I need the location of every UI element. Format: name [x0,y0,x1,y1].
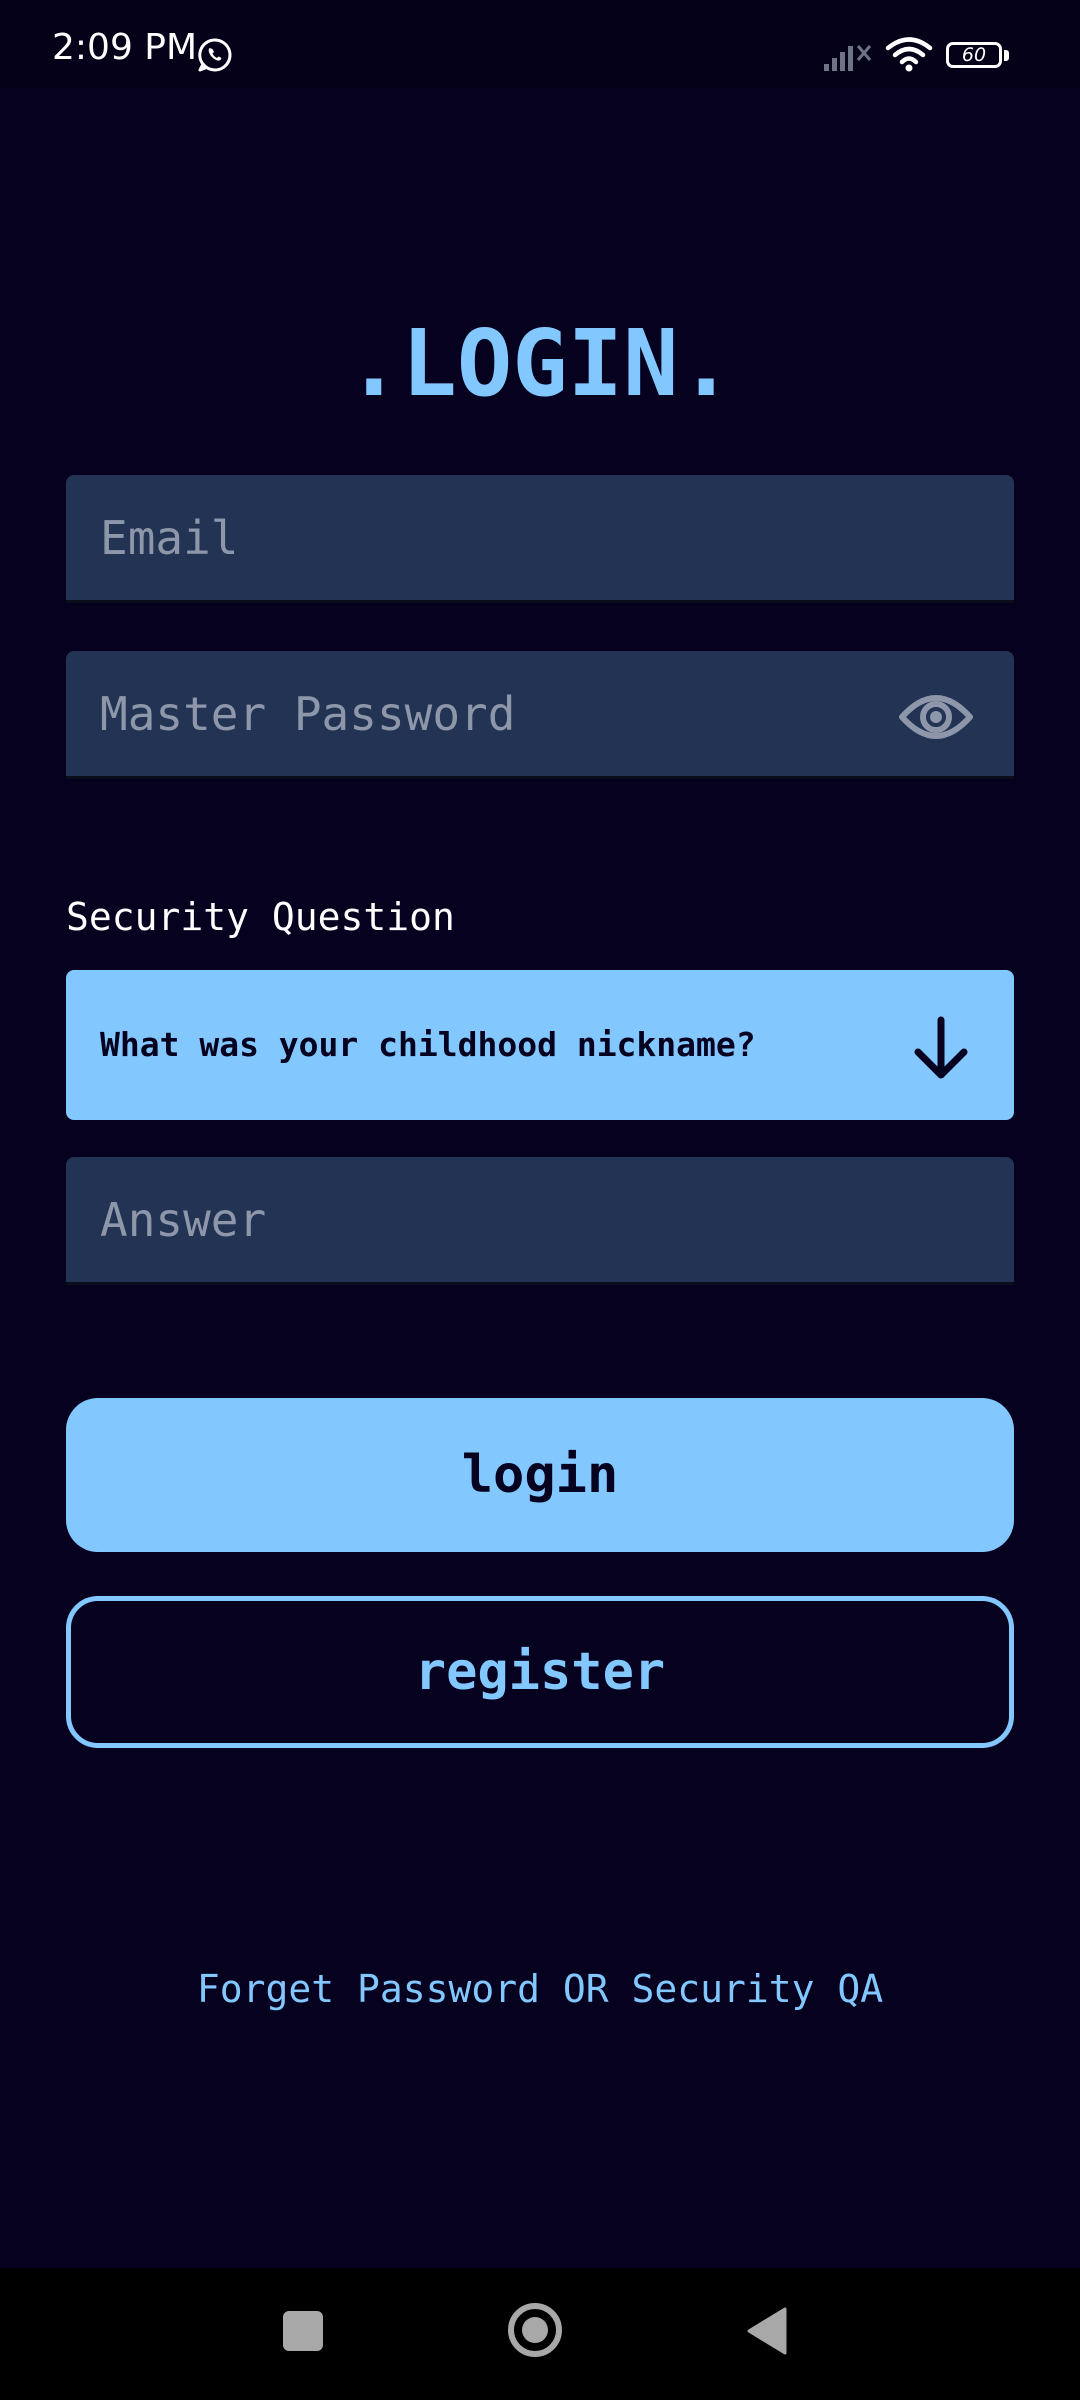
navigation-bar [0,2268,1080,2400]
back-triangle-icon[interactable] [745,2306,789,2356]
login-button[interactable]: login [66,1398,1014,1552]
email-input[interactable] [100,475,940,600]
selected-question: What was your childhood nickname? [100,1025,756,1064]
password-field[interactable] [66,651,1014,779]
eye-icon[interactable] [898,685,974,749]
status-bar: 2:09 PM 60 [0,0,1080,88]
forget-password-link[interactable]: Forget Password OR Security QA [0,1970,1080,2008]
whatsapp-icon [198,38,232,72]
wifi-icon [885,37,933,72]
answer-input[interactable] [100,1157,940,1282]
email-field[interactable] [66,475,1014,603]
security-question-label: Security Question [66,895,455,939]
register-button[interactable]: register [66,1596,1014,1748]
answer-field[interactable] [66,1157,1014,1285]
page-title: .LOGIN. [346,310,734,417]
arrow-down-icon[interactable] [912,1016,970,1080]
password-input[interactable] [100,651,940,776]
home-circle-icon[interactable] [507,2302,563,2358]
battery-tip [1004,50,1009,61]
battery-level: 60 [961,44,987,66]
recents-square-icon[interactable] [283,2311,323,2351]
status-time: 2:09 PM [52,27,198,68]
security-question-dropdown[interactable]: What was your childhood nickname? [66,970,1014,1120]
cell-signal-icon [824,45,872,71]
battery-icon: 60 [946,42,1012,72]
